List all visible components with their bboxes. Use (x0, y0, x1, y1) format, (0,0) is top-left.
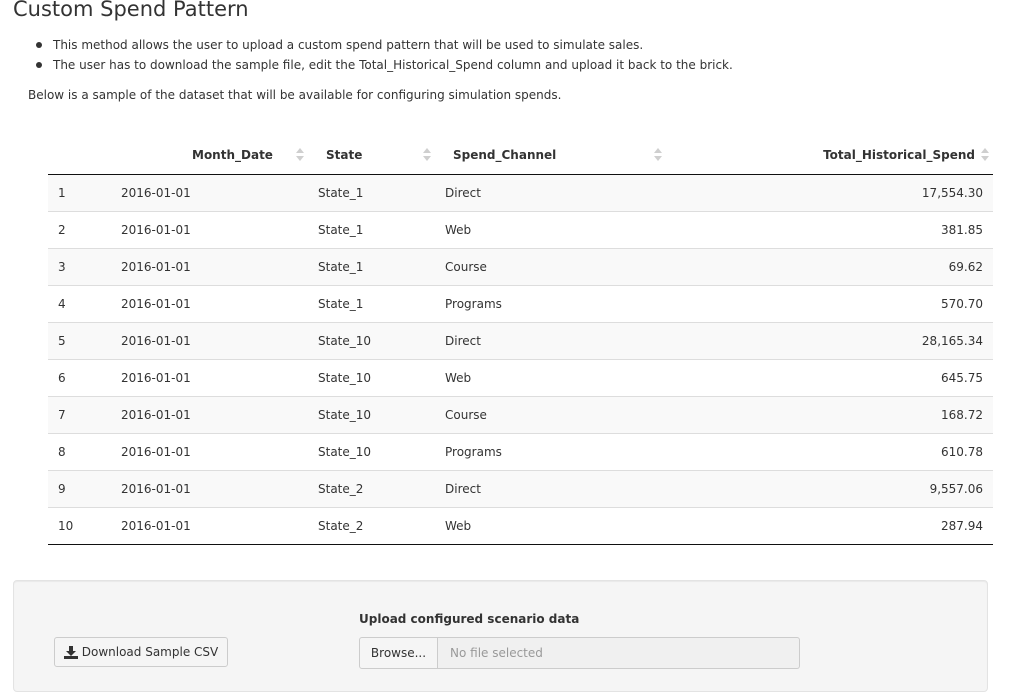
row-index-cell: 6 (48, 359, 111, 397)
table-header-row: Month_Date State Spend_Channel Total_His… (48, 136, 993, 175)
month-date-cell: 2016-01-01 (111, 285, 308, 323)
table-row: 9 2016-01-01 State_2 Direct 9,557.06 (48, 470, 993, 508)
upload-field-label: Upload configured scenario data (359, 612, 580, 626)
month-date-cell: 2016-01-01 (111, 322, 308, 360)
state-cell: State_10 (308, 433, 435, 471)
row-index-cell: 8 (48, 433, 111, 471)
total-historical-spend-cell: 645.75 (666, 359, 993, 397)
state-cell: State_1 (308, 248, 435, 286)
sort-icon (296, 148, 304, 162)
column-header-spend-channel[interactable]: Spend_Channel (435, 136, 666, 175)
spend-channel-cell: Programs (435, 433, 666, 471)
description-item: This method allows the user to upload a … (36, 36, 733, 56)
table-row: 10 2016-01-01 State_2 Web 287.94 (48, 507, 993, 545)
total-historical-spend-cell: 168.72 (666, 396, 993, 434)
table-row: 7 2016-01-01 State_10 Course 168.72 (48, 396, 993, 434)
spend-channel-cell: Direct (435, 470, 666, 508)
description-item: The user has to download the sample file… (36, 56, 733, 76)
table-row: 3 2016-01-01 State_1 Course 69.62 (48, 248, 993, 286)
state-cell: State_10 (308, 359, 435, 397)
row-index-cell: 7 (48, 396, 111, 434)
spend-channel-cell: Direct (435, 174, 666, 212)
total-historical-spend-cell: 610.78 (666, 433, 993, 471)
spend-channel-cell: Web (435, 359, 666, 397)
month-date-cell: 2016-01-01 (111, 248, 308, 286)
table-row: 6 2016-01-01 State_10 Web 645.75 (48, 359, 993, 397)
sort-icon (654, 148, 662, 162)
total-historical-spend-cell: 287.94 (666, 507, 993, 545)
total-historical-spend-cell: 17,554.30 (666, 174, 993, 212)
state-cell: State_2 (308, 507, 435, 545)
month-date-cell: 2016-01-01 (111, 507, 308, 545)
row-index-cell: 3 (48, 248, 111, 286)
download-icon (63, 645, 78, 659)
table-row: 5 2016-01-01 State_10 Direct 28,165.34 (48, 322, 993, 360)
sort-icon (423, 148, 431, 162)
spend-channel-cell: Course (435, 396, 666, 434)
row-index-cell: 5 (48, 322, 111, 360)
row-index-cell: 1 (48, 174, 111, 212)
total-historical-spend-cell: 381.85 (666, 211, 993, 249)
row-index-cell: 10 (48, 507, 111, 545)
table-row: 8 2016-01-01 State_10 Programs 610.78 (48, 433, 993, 471)
total-historical-spend-cell: 28,165.34 (666, 322, 993, 360)
column-header-label: Total_Historical_Spend (823, 148, 975, 162)
spend-channel-cell: Direct (435, 322, 666, 360)
sample-dataset-table: Month_Date State Spend_Channel Total_His… (48, 136, 993, 545)
total-historical-spend-cell: 69.62 (666, 248, 993, 286)
total-historical-spend-cell: 570.70 (666, 285, 993, 323)
upload-panel: Download Sample CSV Upload configured sc… (13, 580, 988, 692)
column-header-state[interactable]: State (308, 136, 435, 175)
month-date-cell: 2016-01-01 (111, 174, 308, 212)
description-list: This method allows the user to upload a … (13, 36, 733, 76)
file-name-input[interactable]: No file selected (438, 637, 800, 669)
row-index-cell: 4 (48, 285, 111, 323)
month-date-cell: 2016-01-01 (111, 359, 308, 397)
sort-icon (981, 148, 989, 162)
month-date-cell: 2016-01-01 (111, 470, 308, 508)
month-date-cell: 2016-01-01 (111, 211, 308, 249)
state-cell: State_1 (308, 285, 435, 323)
state-cell: State_1 (308, 211, 435, 249)
page-title: Custom Spend Pattern (13, 0, 249, 21)
spend-channel-cell: Web (435, 507, 666, 545)
column-header-total-historical-spend[interactable]: Total_Historical_Spend (666, 136, 993, 175)
column-header-index (48, 136, 111, 175)
download-button-label: Download Sample CSV (81, 645, 219, 659)
month-date-cell: 2016-01-01 (111, 433, 308, 471)
spend-channel-cell: Programs (435, 285, 666, 323)
state-cell: State_10 (308, 322, 435, 360)
row-index-cell: 9 (48, 470, 111, 508)
state-cell: State_1 (308, 174, 435, 212)
spend-channel-cell: Course (435, 248, 666, 286)
dataset-intro-text: Below is a sample of the dataset that wi… (28, 88, 562, 102)
spend-channel-cell: Web (435, 211, 666, 249)
month-date-cell: 2016-01-01 (111, 396, 308, 434)
download-sample-csv-button[interactable]: Download Sample CSV (54, 637, 228, 667)
state-cell: State_10 (308, 396, 435, 434)
table-row: 1 2016-01-01 State_1 Direct 17,554.30 (48, 174, 993, 212)
column-header-month-date[interactable]: Month_Date (111, 136, 308, 175)
total-historical-spend-cell: 9,557.06 (666, 470, 993, 508)
column-header-label: State (326, 148, 363, 162)
state-cell: State_2 (308, 470, 435, 508)
browse-button[interactable]: Browse... (359, 637, 438, 669)
column-header-label: Spend_Channel (453, 148, 557, 162)
column-header-label: Month_Date (192, 148, 273, 162)
row-index-cell: 2 (48, 211, 111, 249)
table-row: 4 2016-01-01 State_1 Programs 570.70 (48, 285, 993, 323)
table-row: 2 2016-01-01 State_1 Web 381.85 (48, 211, 993, 249)
